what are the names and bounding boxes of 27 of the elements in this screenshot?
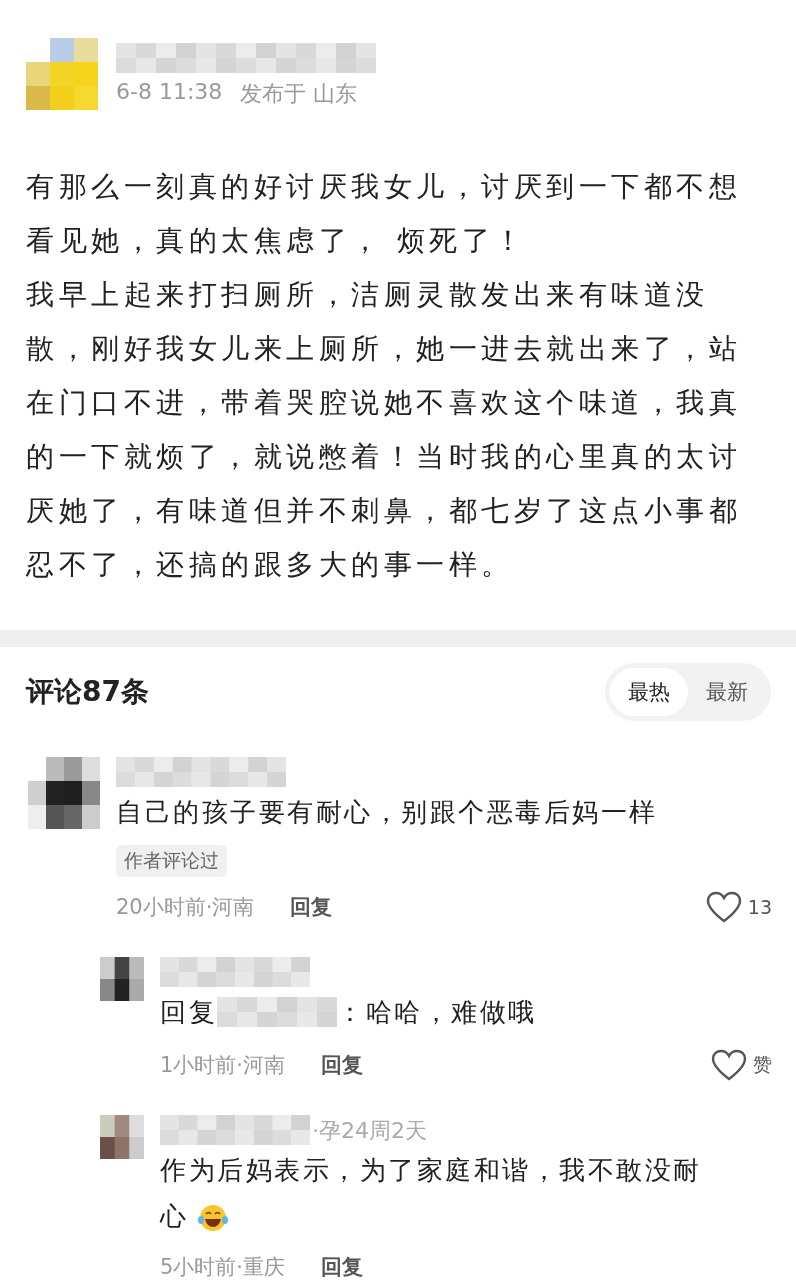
post-time: 6-8 11:38 — [116, 79, 223, 106]
avatar — [100, 957, 144, 1001]
comment-text: 作为后妈表示，为了家庭和谐，我不敢没耐心 — [160, 1154, 703, 1235]
time-location: 20小时前·河南 — [116, 894, 255, 921]
post-paragraph: 有那么一刻真的好讨厌我女儿，讨厌到一下都不想看见她，真的太焦虑了， 烦死了！ — [26, 169, 742, 259]
comment-text: 自己的孩子要有耐心，别跟个恶毒后妈一样 — [116, 796, 659, 829]
post-paragraph: 我早上起来打扫厕所，洁厕灵散发出来有味道没散，刚好我女儿来上厕所，她一进去就出来了，站在门口不进，带着哭腔说她不喜欢这个味道，我真的一下就烦了，就说憋着！当时我的心里真的太讨厌她了，有味道但并不刺鼻，都七岁了这点小事都忍不了，还搞的跟多大的事一样。 — [26, 277, 742, 583]
like-icon[interactable] — [705, 891, 742, 923]
like-icon[interactable] — [711, 1049, 747, 1081]
like-count: 13 — [747, 896, 772, 918]
time-location: 5小时前·重庆 — [160, 1254, 286, 1280]
avatar — [28, 757, 100, 829]
avatar — [100, 1115, 144, 1159]
pregnancy-label: ·孕24周2天 — [312, 1117, 427, 1145]
avatar — [26, 38, 98, 110]
sort-tab[interactable]: 最新 — [688, 668, 766, 716]
post-location: 发布于 山东 — [240, 80, 358, 108]
reply-link[interactable]: 回复 — [290, 893, 333, 921]
comments-title: 评论87条 — [26, 674, 149, 710]
comment-text: ：哈哈，难做哦 — [337, 996, 537, 1029]
reply-link[interactable]: 回复 — [321, 1051, 364, 1079]
time-location: 1小时前·河南 — [160, 1052, 286, 1079]
sort-tab[interactable]: 最热 — [610, 668, 688, 716]
reply-prefix: 回复 — [160, 996, 217, 1029]
reply-link[interactable]: 回复 — [321, 1253, 364, 1280]
author-commented-tag: 作者评论过 — [116, 845, 227, 877]
like-count: 赞 — [753, 1052, 772, 1077]
